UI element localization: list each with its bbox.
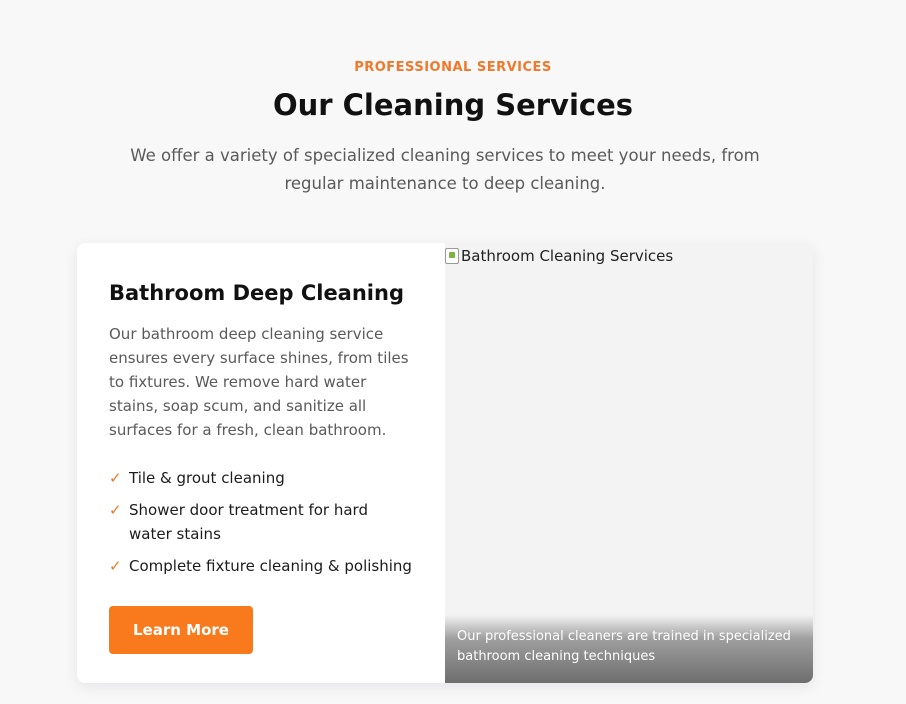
service-card-content: Bathroom Deep Cleaning Our bathroom deep… — [77, 243, 445, 683]
feature-item: ✓ Complete fixture cleaning & polishing — [109, 554, 413, 578]
image-alt-text: Bathroom Cleaning Services — [461, 247, 674, 265]
learn-more-button[interactable]: Learn More — [109, 606, 253, 654]
feature-item: ✓ Shower door treatment for hard water s… — [109, 498, 413, 546]
image-caption: Our professional cleaners are trained in… — [457, 629, 791, 664]
feature-list: ✓ Tile & grout cleaning ✓ Shower door tr… — [109, 466, 413, 578]
broken-image-icon — [445, 248, 459, 264]
page-title: Our Cleaning Services — [272, 88, 634, 122]
feature-text: Shower door treatment for hard water sta… — [129, 501, 368, 543]
service-description: Our bathroom deep cleaning service ensur… — [109, 325, 409, 439]
feature-item: ✓ Tile & grout cleaning — [109, 466, 413, 490]
feature-text: Complete fixture cleaning & polishing — [129, 557, 412, 575]
check-icon: ✓ — [109, 557, 122, 575]
check-icon: ✓ — [109, 469, 122, 487]
image-alt-placeholder: Bathroom Cleaning Services — [445, 247, 673, 265]
image-caption-overlay: Our professional cleaners are trained in… — [445, 615, 813, 683]
service-image: Bathroom Cleaning Services Our professio… — [445, 243, 813, 683]
check-icon: ✓ — [109, 501, 122, 519]
feature-text: Tile & grout cleaning — [129, 469, 285, 487]
section-subtitle: We offer a variety of specialized cleani… — [130, 146, 760, 193]
section-eyebrow: PROFESSIONAL SERVICES — [354, 60, 552, 75]
service-card: Bathroom Deep Cleaning Our bathroom deep… — [77, 243, 813, 683]
service-title: Bathroom Deep Cleaning — [109, 281, 404, 305]
